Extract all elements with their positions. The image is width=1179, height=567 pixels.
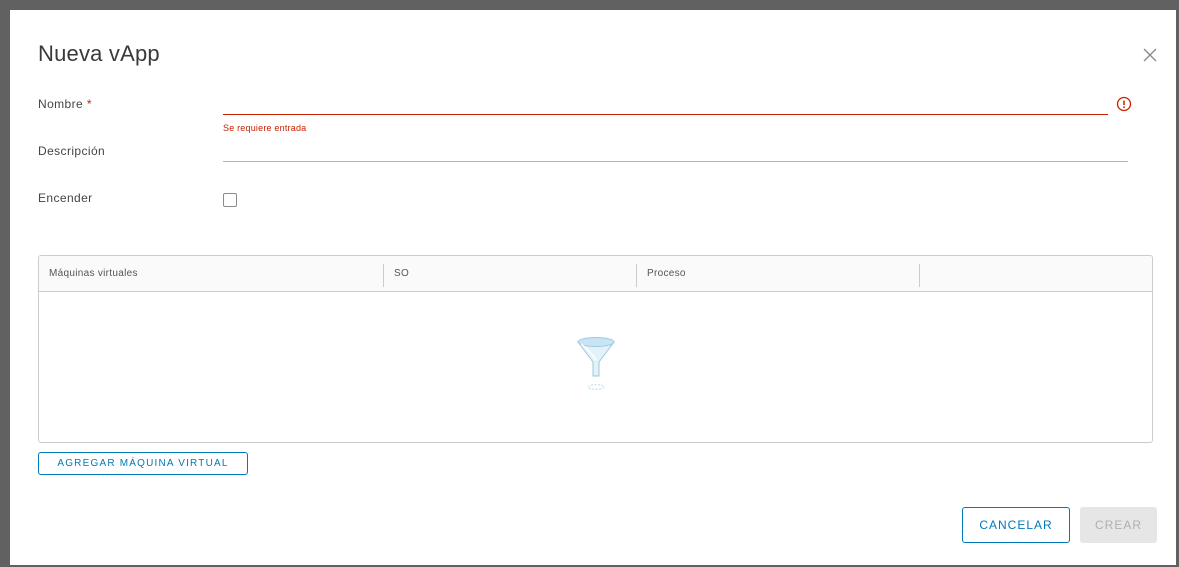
filter-funnel-icon [572,336,620,396]
dialog-title: Nueva vApp [38,41,160,66]
datagrid-header: Máquinas virtuales SO Proceso [39,256,1152,292]
add-vm-button[interactable]: AGREGAR MÁQUINA VIRTUAL [38,452,248,475]
cancel-button[interactable]: CANCELAR [962,507,1070,543]
column-header-process[interactable]: Proceso [637,256,919,291]
name-label-text: Nombre [38,97,84,111]
error-circle-icon [1116,96,1132,112]
column-header-os[interactable]: SO [384,256,636,291]
vm-datagrid: Máquinas virtuales SO Proceso [38,255,1153,443]
description-label: Descripción [38,144,106,158]
description-input[interactable] [223,139,1128,162]
new-vapp-dialog: Nueva vApp Nombre * Se requiere entrada … [10,10,1176,565]
column-header-vms[interactable]: Máquinas virtuales [39,256,383,291]
column-header-extra[interactable] [920,256,1152,291]
create-button[interactable]: CREAR [1080,507,1157,543]
power-on-checkbox[interactable] [223,193,237,207]
name-error-message: Se requiere entrada [223,123,307,133]
close-icon[interactable] [1140,45,1160,65]
name-input[interactable] [223,92,1108,115]
name-label: Nombre * [38,97,92,111]
required-marker: * [86,97,92,111]
close-button[interactable] [1140,45,1160,65]
power-on-label: Encender [38,191,93,205]
